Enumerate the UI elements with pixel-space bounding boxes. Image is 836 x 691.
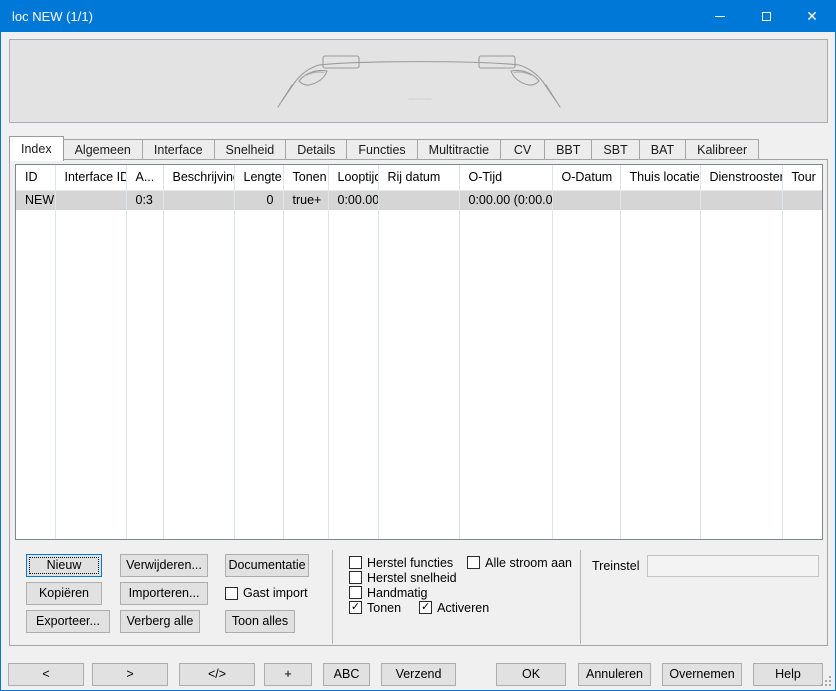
tab-bat[interactable]: BAT: [640, 139, 686, 160]
column-header-o-datum[interactable]: O-Datum: [552, 165, 620, 190]
tab-details[interactable]: Details: [286, 139, 347, 160]
cell-interface-id: [55, 190, 126, 210]
tab-algemeen[interactable]: Algemeen: [64, 139, 143, 160]
divider: [332, 550, 333, 644]
help-button[interactable]: Help: [753, 663, 823, 686]
tab-snelheid[interactable]: Snelheid: [215, 139, 287, 160]
loc-dialog-window: loc NEW (1/1) ✕: [0, 0, 836, 691]
cell-rij-datum: [378, 190, 459, 210]
column-header-tonen[interactable]: Tonen: [283, 165, 328, 190]
tab-interface[interactable]: Interface: [143, 139, 215, 160]
next-button[interactable]: >: [92, 663, 168, 686]
tab-sbt[interactable]: SBT: [592, 139, 639, 160]
cell-looptijd: 0:00.00: [328, 190, 378, 210]
column-header-id[interactable]: ID: [16, 165, 55, 190]
column-header-thuis-locatie[interactable]: Thuis locatie: [620, 165, 700, 190]
importeren-button[interactable]: Importeren...: [120, 582, 208, 605]
kopieren-button[interactable]: Kopiëren: [26, 582, 102, 605]
close-button[interactable]: ✕: [789, 1, 835, 32]
nieuw-button[interactable]: Nieuw: [26, 554, 102, 577]
column-header-rij-datum[interactable]: Rij datum: [378, 165, 459, 190]
toon-alles-button[interactable]: Toon alles: [225, 610, 295, 633]
cell-thuis-locatie: [620, 190, 700, 210]
loco-image-panel: [9, 39, 828, 123]
treinstel-input[interactable]: [647, 555, 819, 577]
cell-tour: [782, 190, 822, 210]
prev-button[interactable]: <: [8, 663, 84, 686]
minimize-icon: [715, 16, 725, 17]
abc-button[interactable]: ABC: [323, 663, 370, 686]
notebook-tabs: Index Algemeen Interface Snelheid Detail…: [9, 135, 759, 160]
checkbox-mark: ✓: [419, 601, 432, 614]
herstel-functies-checkbox[interactable]: Herstel functies: [349, 556, 453, 570]
verzend-button[interactable]: Verzend: [381, 663, 456, 686]
cell-beschrijving: [163, 190, 234, 210]
tab-bbt[interactable]: BBT: [545, 139, 592, 160]
window-title: loc NEW (1/1): [12, 9, 93, 24]
titlebar-buttons: ✕: [697, 1, 835, 32]
cell-lengte: 0: [234, 190, 283, 210]
checkbox-mark: ✓: [349, 601, 362, 614]
column-header-dienstrooster[interactable]: Dienstrooster: [700, 165, 782, 190]
activeren-checkbox[interactable]: ✓ Activeren: [419, 601, 489, 615]
tab-multitractie[interactable]: Multitractie: [418, 139, 501, 160]
loc-table: ID Interface ID A... Beschrijving Lengte…: [15, 164, 823, 540]
minimize-button[interactable]: [697, 1, 743, 32]
verberg-alle-button[interactable]: Verberg alle: [120, 610, 200, 633]
checkbox-mark: [349, 556, 362, 569]
verwijderen-button[interactable]: Verwijderen...: [120, 554, 208, 577]
titlebar[interactable]: loc NEW (1/1) ✕: [1, 1, 835, 32]
tab-index[interactable]: Index: [9, 136, 64, 161]
checkbox-mark: [225, 587, 238, 600]
code-view-button[interactable]: </>: [179, 663, 255, 686]
overnemen-button[interactable]: Overnemen: [662, 663, 742, 686]
table-header-row: ID Interface ID A... Beschrijving Lengte…: [16, 165, 822, 190]
gast-import-checkbox[interactable]: Gast import: [225, 586, 308, 600]
exporteer-button[interactable]: Exporteer...: [26, 610, 110, 633]
ok-button[interactable]: OK: [496, 663, 566, 686]
cell-adres: 0:3: [126, 190, 163, 210]
maximize-icon: [762, 12, 771, 21]
column-header-interface-id[interactable]: Interface ID: [55, 165, 126, 190]
cell-o-datum: [552, 190, 620, 210]
alle-stroom-aan-checkbox[interactable]: Alle stroom aan: [467, 556, 572, 570]
cell-id: NEW: [16, 190, 55, 210]
tab-kalibreer[interactable]: Kalibreer: [686, 139, 759, 160]
cell-o-tijd: 0:00.00 (0:00.00): [459, 190, 552, 210]
plus-button[interactable]: +: [264, 663, 312, 686]
handmatig-checkbox[interactable]: Handmatig: [349, 586, 427, 600]
annuleren-button[interactable]: Annuleren: [578, 663, 651, 686]
herstel-snelheid-checkbox[interactable]: Herstel snelheid: [349, 571, 457, 585]
cell-dienstrooster: [700, 190, 782, 210]
checkbox-mark: [349, 571, 362, 584]
column-header-tour[interactable]: Tour: [782, 165, 822, 190]
column-header-o-tijd[interactable]: O-Tijd: [459, 165, 552, 190]
treinstel-label: Treinstel: [592, 559, 639, 573]
documentatie-button[interactable]: Documentatie: [225, 554, 309, 577]
table-row-new[interactable]: NEW 0:3 0 true+ 0:00.00 0:00.00 (0:00.00…: [16, 190, 822, 210]
resize-grip[interactable]: [819, 674, 821, 676]
tab-functies[interactable]: Functies: [347, 139, 417, 160]
column-header-lengte[interactable]: Lengte: [234, 165, 283, 190]
column-header-looptijd[interactable]: Looptijd: [328, 165, 378, 190]
column-header-beschrijving[interactable]: Beschrijving: [163, 165, 234, 190]
tab-cv[interactable]: CV: [501, 139, 545, 160]
cell-tonen: true+: [283, 190, 328, 210]
maximize-button[interactable]: [743, 1, 789, 32]
checkbox-mark: [349, 586, 362, 599]
column-header-adres[interactable]: A...: [126, 165, 163, 190]
tonen-checkbox[interactable]: ✓ Tonen: [349, 601, 401, 615]
table-empty-area: [16, 210, 822, 539]
checkbox-mark: [467, 556, 480, 569]
locomotive-sketch-icon: [254, 41, 584, 121]
index-tab-panel: ID Interface ID A... Beschrijving Lengte…: [9, 159, 828, 646]
divider: [580, 550, 581, 644]
